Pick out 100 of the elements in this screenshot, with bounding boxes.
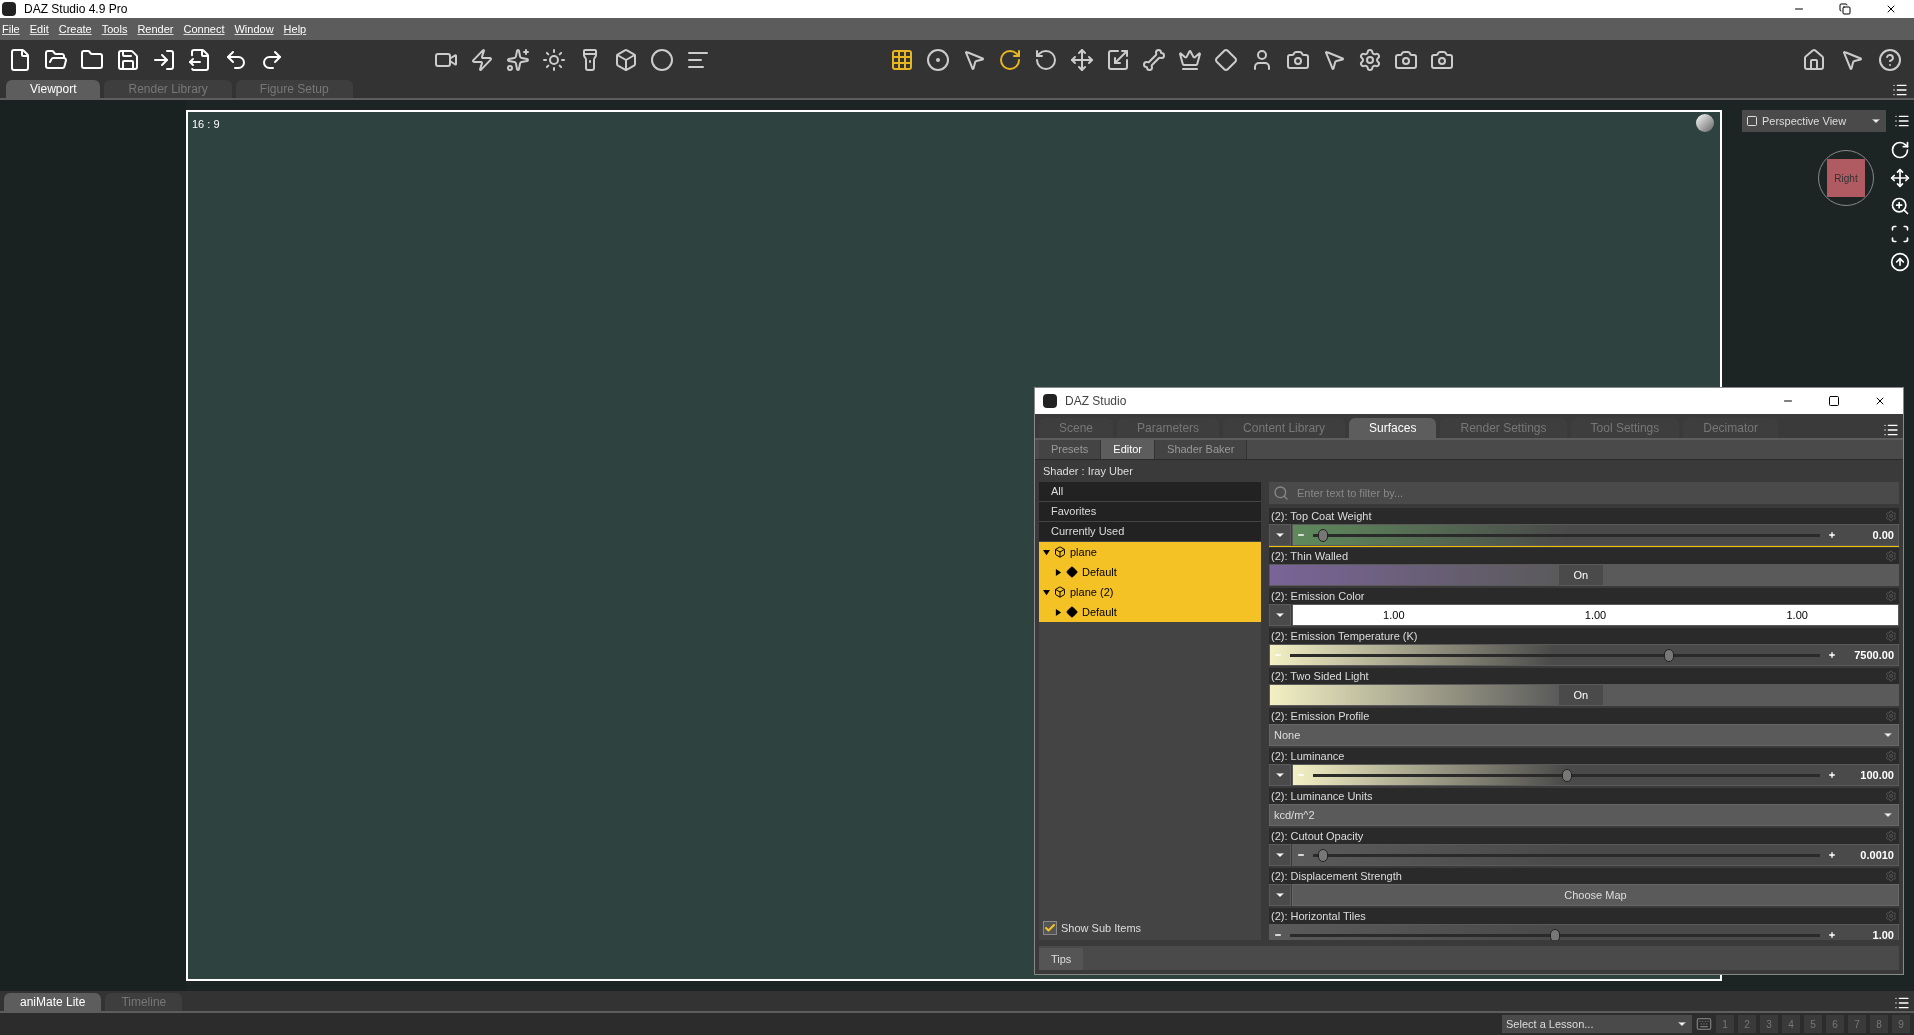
map-menu-button[interactable] <box>1269 884 1291 906</box>
help-icon[interactable] <box>1878 48 1902 72</box>
slider[interactable]: 0.0010 <box>1292 844 1899 866</box>
undo-icon[interactable] <box>224 48 248 72</box>
frame-icon[interactable] <box>1890 224 1910 244</box>
menu-item[interactable]: Help <box>283 20 307 38</box>
slider[interactable]: 7500.00 <box>1269 644 1899 666</box>
menu-item[interactable]: Connect <box>183 20 225 38</box>
tab[interactable]: aniMate Lite <box>4 993 102 1011</box>
map-menu-button[interactable] <box>1269 524 1291 546</box>
menu-item[interactable]: Window <box>234 20 274 38</box>
map-menu-button[interactable] <box>1269 764 1291 786</box>
sub-tab[interactable]: Presets <box>1039 440 1102 459</box>
tab[interactable]: Viewport <box>6 80 101 98</box>
orbit-icon[interactable] <box>1890 140 1910 160</box>
menu-item[interactable]: Edit <box>29 20 49 38</box>
camera-tool-icon[interactable] <box>1286 48 1310 72</box>
panel-menu-icon[interactable] <box>1894 113 1910 129</box>
folder-icon[interactable] <box>80 48 104 72</box>
keyboard-icon[interactable] <box>1696 1016 1712 1032</box>
property-label: (2): Emission Profile <box>1271 708 1370 724</box>
scale-icon[interactable] <box>1106 48 1130 72</box>
menu-item[interactable]: Create <box>58 20 92 38</box>
save-icon[interactable] <box>116 48 140 72</box>
close-icon <box>1885 3 1897 15</box>
menu-item[interactable]: Render <box>137 20 174 38</box>
show-sub-items-checkbox[interactable]: Show Sub Items <box>1043 919 1261 936</box>
slider-thumb[interactable] <box>1664 648 1675 662</box>
dropdown[interactable]: kcd/m^2 <box>1269 804 1899 826</box>
tips-tab[interactable]: Tips <box>1039 948 1084 970</box>
slider-thumb[interactable] <box>1550 928 1560 940</box>
menu-item[interactable]: File <box>2 20 20 38</box>
new-file-icon[interactable] <box>8 48 32 72</box>
filter-input[interactable]: Enter text to filter by... <box>1297 484 1895 502</box>
check-icon <box>1044 921 1056 934</box>
on-button[interactable]: On <box>1558 685 1603 705</box>
view-dropdown[interactable]: Perspective View <box>1742 110 1886 132</box>
toggle-bar[interactable]: On <box>1269 564 1899 586</box>
triangle-right-icon[interactable] <box>1055 608 1062 616</box>
slider[interactable]: 0.00 <box>1292 524 1899 546</box>
grid-icon[interactable] <box>890 48 914 72</box>
import-icon[interactable] <box>152 48 176 72</box>
color-field[interactable]: 1.00 1.00 1.00 <box>1292 604 1899 626</box>
group-item[interactable]: Currently Used <box>1039 522 1261 541</box>
lesson-dropdown[interactable]: Select a Lesson... <box>1502 1015 1692 1033</box>
slider-thumb[interactable] <box>1317 528 1328 542</box>
checkbox[interactable] <box>1043 920 1057 935</box>
tree-item[interactable]: Default <box>1039 562 1261 582</box>
tree-item[interactable]: Default <box>1039 602 1261 622</box>
slider-value: 7500.00 <box>1853 647 1895 663</box>
minus-icon[interactable] <box>1297 851 1305 859</box>
panel-menu-icon[interactable] <box>1892 82 1908 98</box>
minus-icon[interactable] <box>1274 931 1282 939</box>
sub-tab[interactable]: Editor <box>1101 440 1156 459</box>
home-icon[interactable] <box>1802 48 1826 72</box>
map-menu-button[interactable] <box>1269 604 1291 626</box>
plus-icon[interactable] <box>1828 771 1836 779</box>
spark-add-icon[interactable] <box>506 48 530 72</box>
tree-label: Default <box>1082 604 1117 620</box>
toggle-bar[interactable]: On <box>1269 684 1899 706</box>
choose-map-button[interactable]: Choose Map <box>1292 884 1899 906</box>
minus-icon[interactable] <box>1297 531 1305 539</box>
move-icon[interactable] <box>1070 48 1094 72</box>
map-menu-button[interactable] <box>1269 844 1291 866</box>
camera-icon[interactable] <box>1430 48 1454 72</box>
plus-icon[interactable] <box>1828 851 1836 859</box>
pan-icon[interactable] <box>1890 168 1910 188</box>
panel-menu-icon[interactable] <box>1883 422 1899 438</box>
bone-icon[interactable] <box>1142 48 1166 72</box>
group-item[interactable]: Favorites <box>1039 502 1261 521</box>
plus-icon[interactable] <box>1828 651 1836 659</box>
sub-tab[interactable]: Shader Baker <box>1155 440 1248 459</box>
slider-thumb[interactable] <box>1317 848 1328 862</box>
reset-view-icon[interactable] <box>1890 252 1910 272</box>
group-item[interactable]: All <box>1039 482 1261 501</box>
triangle-down-icon[interactable] <box>1043 588 1050 596</box>
tab[interactable]: Surfaces <box>1349 418 1437 438</box>
rotate-icon[interactable] <box>1034 48 1058 72</box>
slider-value: 1.00 <box>1871 927 1895 940</box>
plus-icon[interactable] <box>1828 531 1836 539</box>
tree-item[interactable]: plane (2) <box>1039 582 1261 602</box>
triangle-down-icon[interactable] <box>1043 548 1050 556</box>
slider[interactable]: 100.00 <box>1292 764 1899 786</box>
menu-item[interactable]: Tools <box>101 20 128 38</box>
gear-icon[interactable] <box>1358 48 1382 72</box>
zoom-icon[interactable] <box>1890 196 1910 216</box>
redo-icon[interactable] <box>260 48 284 72</box>
pointer-icon[interactable] <box>962 48 986 72</box>
dropdown[interactable]: None <box>1269 724 1899 746</box>
plus-icon[interactable] <box>1828 931 1836 939</box>
slider[interactable]: 1.00 <box>1269 924 1899 940</box>
panel-menu-icon[interactable] <box>1894 995 1910 1011</box>
open-folder-icon[interactable] <box>44 48 68 72</box>
triangle-right-icon[interactable] <box>1055 568 1062 576</box>
window-title: DAZ Studio <box>1065 393 1127 410</box>
on-button[interactable]: On <box>1558 565 1603 585</box>
slider-thumb[interactable] <box>1561 768 1572 782</box>
filter-field[interactable]: Enter text to filter by... <box>1269 482 1899 504</box>
export-icon[interactable] <box>188 48 212 72</box>
tree-item[interactable]: plane <box>1039 542 1261 562</box>
